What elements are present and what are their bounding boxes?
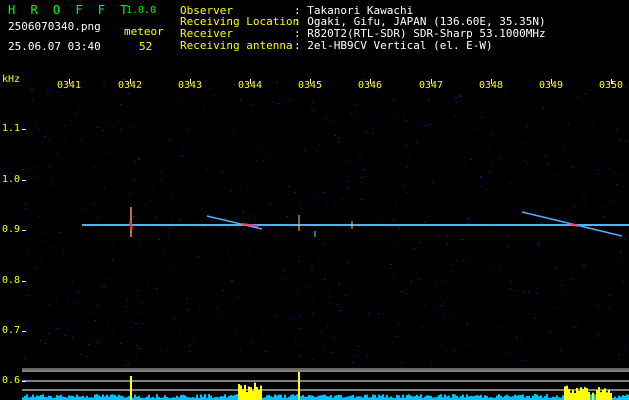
freq-tick-label: 0.7 xyxy=(2,325,21,336)
freq-tick-label: 0.9 xyxy=(2,224,21,235)
antenna-label: Receiving antenna xyxy=(180,39,293,52)
time-tick xyxy=(551,79,552,84)
freq-tick xyxy=(22,281,26,282)
time-tick xyxy=(611,79,612,84)
spectrogram xyxy=(22,79,629,370)
time-tick xyxy=(69,79,70,84)
freq-tick-label: 0.6 xyxy=(2,375,21,386)
event-count: 52 xyxy=(139,40,153,53)
freq-tick xyxy=(22,129,26,130)
time-tick xyxy=(190,79,191,84)
event-label: meteor xyxy=(124,25,164,38)
freq-tick-label: 1.0 xyxy=(2,174,21,185)
app-title: H R O F F T xyxy=(8,3,132,17)
freq-tick xyxy=(22,230,26,231)
freq-tick xyxy=(22,381,26,382)
filename: 2506070340.png xyxy=(8,20,101,33)
meteor-histogram xyxy=(22,370,629,400)
time-tick xyxy=(250,79,251,84)
time-tick xyxy=(310,79,311,84)
freq-tick xyxy=(22,331,26,332)
time-tick xyxy=(130,79,131,84)
time-tick xyxy=(491,79,492,84)
antenna-value: : 2el-HB9CV Vertical (el. E-W) xyxy=(294,39,493,52)
app-version: 1.0.0 xyxy=(126,5,157,16)
frequency-unit: kHz xyxy=(2,74,21,85)
timestamp: 25.06.07 03:40 xyxy=(8,40,101,53)
time-tick xyxy=(370,79,371,84)
freq-tick-label: 0.8 xyxy=(2,275,21,286)
time-tick xyxy=(431,79,432,84)
freq-tick xyxy=(22,180,26,181)
freq-tick-label: 1.1 xyxy=(2,123,21,134)
